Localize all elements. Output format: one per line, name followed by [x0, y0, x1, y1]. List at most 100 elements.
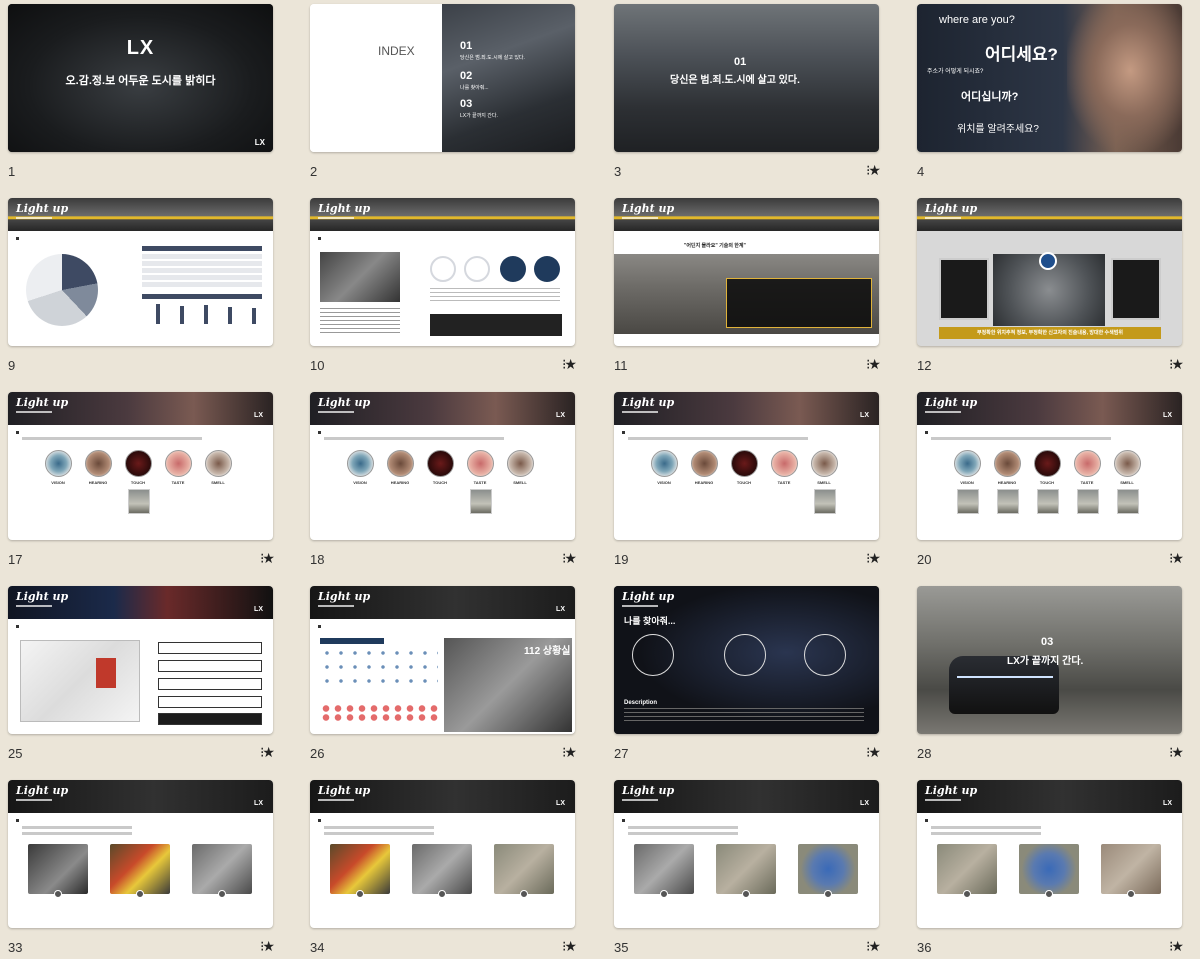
ear-icon — [85, 450, 112, 477]
slide-1-thumbnail[interactable]: LX 오.감.정.보 어두운 도시를 밝히다 LX — [8, 4, 273, 152]
control-room-label: 112 상황실 — [524, 646, 571, 657]
slide-11-thumbnail[interactable]: Light up "어딘지 몰라요" 기술의 한계" — [614, 198, 879, 346]
keyword-photo — [110, 844, 170, 894]
section-heading — [622, 818, 682, 824]
slide-18-thumbnail[interactable]: Light up LX VISION HEARING TOUCH TASTE SM… — [310, 392, 575, 540]
slide-3-thumbnail[interactable]: 01 당신은 범.죄.도.시에 살고 있다. — [614, 4, 879, 152]
slide-12-thumbnail[interactable]: Light up 부정확한 위치추적 정보, 부정확한 신고자의 진술내용, 방… — [917, 198, 1182, 346]
description-line — [628, 826, 738, 829]
data-table — [142, 254, 262, 288]
slide-header: Light up LX — [917, 780, 1182, 813]
result-box — [158, 713, 262, 725]
example-card — [1117, 489, 1139, 514]
slide-2-thumbnail[interactable]: INDEX 01 당신은 범.죄.도.시에 살고 있다. 02 나를 찾아줘..… — [310, 4, 575, 152]
slide-36-thumbnail[interactable]: Light up LX — [917, 780, 1182, 928]
tongue-icon — [467, 450, 494, 477]
hand-icon — [1034, 450, 1061, 477]
step-marker — [1045, 890, 1053, 898]
slide-20-thumbnail[interactable]: Light up LX VISION HEARING TOUCH TASTE SM… — [917, 392, 1182, 540]
section-title: LX가 끝까지 간다. — [1007, 656, 1084, 667]
bar — [156, 304, 160, 324]
brand-underline — [16, 411, 52, 413]
pie-chart — [26, 254, 98, 326]
slide-27-thumbnail[interactable]: Light up 나를 찾아줘... Description — [614, 586, 879, 734]
star-icon[interactable]: ⁝★ — [260, 550, 275, 567]
slide-10-thumbnail[interactable]: Light up — [310, 198, 575, 346]
sense-label-vision: VISION — [960, 480, 974, 485]
slide-header: Light up — [310, 198, 575, 231]
text-block — [320, 308, 400, 334]
section-heading — [925, 430, 985, 436]
brand-underline — [318, 605, 354, 607]
tagged-area — [96, 658, 116, 688]
index-item-03-number: 03 — [460, 98, 473, 110]
slide-25-thumbnail[interactable]: Light up LX — [8, 586, 273, 734]
slide-35-thumbnail[interactable]: Light up LX — [614, 780, 879, 928]
slide-subtitle: "어딘지 몰라요" 기술의 한계" — [684, 243, 746, 249]
brand-logo: Light up — [622, 202, 675, 215]
nose-icon — [1114, 450, 1141, 477]
info-panel-left — [939, 258, 989, 320]
description-line — [628, 832, 738, 835]
slide-33-thumbnail[interactable]: Light up LX — [8, 780, 273, 928]
lx-corner-logo: LX — [254, 138, 265, 147]
map-photo — [937, 844, 997, 894]
lx-corner-logo: LX — [254, 606, 263, 613]
bar — [180, 306, 184, 324]
brand-logo: Light up — [318, 590, 371, 603]
slide-26-thumbnail[interactable]: Light up LX 112 상황실 — [310, 586, 575, 734]
star-icon[interactable]: ⁝★ — [866, 162, 881, 179]
bar — [204, 305, 208, 324]
star-icon[interactable]: ⁝★ — [1169, 550, 1184, 567]
star-icon[interactable]: ⁝★ — [562, 938, 577, 955]
description-line — [22, 437, 202, 440]
star-icon[interactable]: ⁝★ — [1169, 938, 1184, 955]
feature-circle — [534, 256, 560, 282]
star-icon[interactable]: ⁝★ — [866, 744, 881, 761]
slide-28-thumbnail[interactable]: 03 LX가 끝까지 간다. — [917, 586, 1182, 734]
ai-photo — [192, 844, 252, 894]
headline-ko: 어디세요? — [985, 45, 1058, 64]
star-icon[interactable]: ⁝★ — [1169, 744, 1184, 761]
lx-corner-logo: LX — [556, 800, 565, 807]
sense-label-smell: SMELL — [817, 480, 831, 485]
slide-4-thumbnail[interactable]: where are you? 어디세요? 주소가 어떻게 되시죠? 어디십니까?… — [917, 4, 1182, 152]
slide-34-thumbnail[interactable]: Light up LX — [310, 780, 575, 928]
star-icon[interactable]: ⁝★ — [866, 356, 881, 373]
tongue-icon — [771, 450, 798, 477]
slide-19-thumbnail[interactable]: Light up LX VISION HEARING TOUCH TASTE SM… — [614, 392, 879, 540]
description-line — [324, 832, 434, 835]
star-icon[interactable]: ⁝★ — [562, 550, 577, 567]
nose-icon — [811, 450, 838, 477]
star-icon[interactable]: ⁝★ — [260, 938, 275, 955]
feature-circle — [430, 256, 456, 282]
brand-logo: Light up — [318, 396, 371, 409]
star-icon[interactable]: ⁝★ — [866, 550, 881, 567]
brand-underline — [318, 799, 354, 801]
eye-icon — [651, 450, 678, 477]
section-number: 01 — [734, 56, 747, 68]
slide-number: 26 — [310, 746, 325, 761]
brand-underline — [318, 411, 354, 413]
slide-title: 나를 찾아줘... — [624, 616, 676, 626]
slide-17-thumbnail[interactable]: Light up LX VISION HEARING TOUCH TASTE SM… — [8, 392, 273, 540]
example-card — [470, 489, 492, 514]
slide-9-thumbnail[interactable]: Light up — [8, 198, 273, 346]
phone-photo — [320, 252, 400, 302]
nose-icon — [507, 450, 534, 477]
slide-header: Light up LX — [8, 586, 273, 619]
star-icon[interactable]: ⁝★ — [1169, 356, 1184, 373]
brand-logo: Light up — [622, 396, 675, 409]
star-icon[interactable]: ⁝★ — [562, 356, 577, 373]
index-item-02-text: 나를 찾아줘... — [460, 85, 489, 91]
slide-number: 35 — [614, 940, 629, 955]
slide-header: Light up LX — [8, 392, 273, 425]
step-marker — [520, 890, 528, 898]
sense-label-hearing: HEARING — [997, 480, 1017, 485]
slide-number: 2 — [310, 164, 318, 179]
brand-underline — [622, 217, 658, 219]
star-icon[interactable]: ⁝★ — [562, 744, 577, 761]
example-card — [128, 489, 150, 514]
star-icon[interactable]: ⁝★ — [866, 938, 881, 955]
star-icon[interactable]: ⁝★ — [260, 744, 275, 761]
